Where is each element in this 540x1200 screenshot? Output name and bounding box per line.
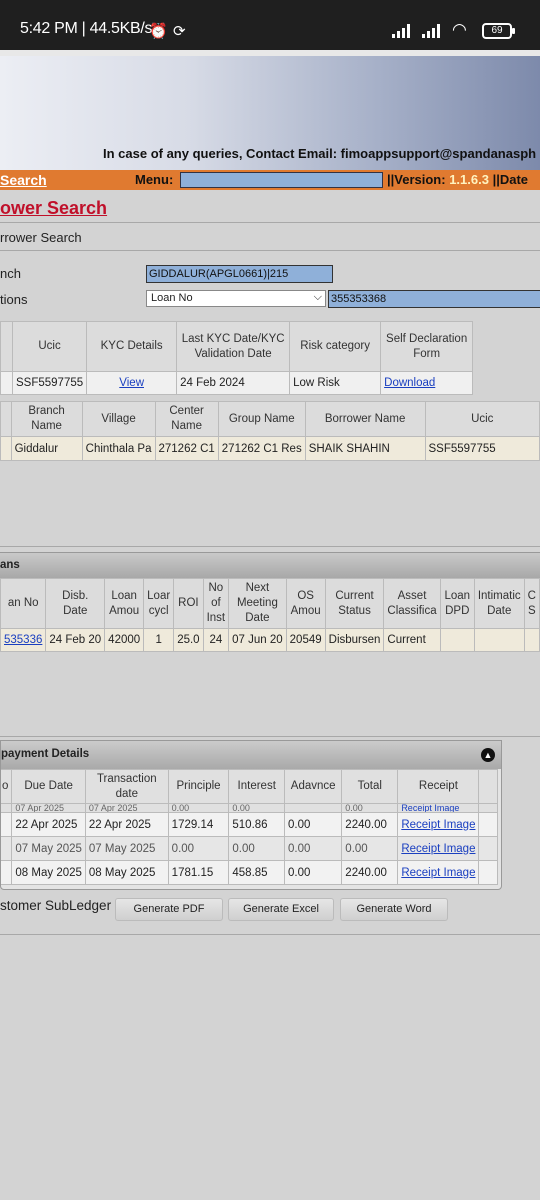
table-row: SSF5597755 View 24 Feb 2024 Low Risk Dow… — [0, 371, 474, 395]
generate-excel-button[interactable]: Generate Excel — [228, 898, 334, 921]
column-header: Loar cycl — [143, 578, 175, 629]
version-info: ||Version: 1.1.6.3 ||Date — [387, 172, 529, 187]
repayment-table: o Due Date Transaction date Principle In… — [1, 769, 498, 885]
table-row: 08 May 2025 08 May 2025 1781.15 458.85 0… — [1, 860, 498, 885]
column-header: Intimatic Date — [473, 578, 525, 629]
column-header: Current Status — [324, 578, 385, 629]
column-header: Total — [341, 769, 399, 804]
menu-label: Menu: — [135, 172, 174, 187]
version-number: 1.1.6.3 — [449, 172, 489, 187]
signal-icon — [392, 24, 410, 38]
asset-classification-cell: Current — [383, 628, 441, 652]
column-header: Center Name — [154, 401, 219, 437]
current-status-cell: Disbursen — [324, 628, 385, 652]
column-header: Borrower Name — [304, 401, 426, 437]
download-link[interactable]: Download — [384, 377, 435, 389]
column-header: Ucic — [424, 401, 540, 437]
table-row: 07 May 2025 07 May 2025 0.00 0.00 0.00 0… — [1, 836, 498, 861]
column-header: Interest — [228, 769, 286, 804]
column-header: Receipt — [397, 769, 480, 804]
generate-word-button[interactable]: Generate Word — [340, 898, 448, 921]
column-header: Ucic — [11, 321, 88, 372]
subledger-label: stomer SubLedger — [0, 898, 112, 913]
generate-pdf-button[interactable]: Generate PDF — [115, 898, 223, 921]
menu-bar: Search Menu: ||Version: 1.1.6.3 ||Date — [0, 170, 540, 190]
menu-dropdown[interactable] — [180, 172, 383, 188]
status-time: 5:42 PM | 44.5KB/s — [20, 20, 153, 37]
column-header: Self Declaration Form — [380, 321, 474, 372]
column-header: an No — [0, 578, 47, 629]
options-label: tions — [0, 292, 28, 307]
loans-table: an No Disb. Date Loan Amou Loar cycl ROI… — [0, 578, 540, 652]
page: In case of any queries, Contact Email: f… — [0, 50, 540, 1200]
column-header: Loan DPD — [439, 578, 475, 629]
table-row: Giddalur Chinthala Pa 271262 C1 271262 C… — [0, 436, 540, 461]
column-header: Last KYC Date/KYC Validation Date — [176, 321, 291, 372]
receipt-image-link[interactable]: Receipt Image — [401, 843, 475, 855]
view-kyc-link[interactable]: View — [119, 377, 144, 389]
chevron-down-icon: ⌵ — [313, 291, 322, 303]
column-header: C S — [523, 578, 540, 629]
customer-table: Branch Name Village Center Name Group Na… — [0, 401, 540, 461]
column-header: Due Date — [11, 769, 86, 804]
table-row: 22 Apr 2025 22 Apr 2025 1729.14 510.86 0… — [1, 812, 498, 837]
page-title: ower Search — [0, 198, 108, 218]
column-header: KYC Details — [86, 321, 178, 372]
search-input[interactable]: 355353368 — [328, 290, 540, 308]
column-header: OS Amou — [285, 578, 326, 629]
table-row: 535336 24 Feb 20 42000 1 25.0 24 07 Jun … — [0, 628, 540, 652]
sync-icon: ⟳ — [173, 23, 186, 40]
kyc-date-cell: 24 Feb 2024 — [176, 371, 291, 395]
column-header: Loan Amou — [104, 578, 145, 629]
borrower-name-cell: SHAIK SHAHIN — [304, 436, 426, 461]
table-row: 07 Apr 2025 07 Apr 2025 0.00 0.00 0.00 R… — [1, 803, 498, 813]
receipt-image-link[interactable]: Receipt Image — [401, 805, 459, 812]
center-cell: 271262 C1 — [154, 436, 219, 461]
wifi-icon: ◠ — [452, 20, 467, 39]
loans-section-header: ans — [0, 552, 540, 578]
column-header: ROI — [173, 578, 204, 629]
column-header: No of Inst — [202, 578, 230, 629]
column-header: Principle — [167, 769, 230, 804]
ucic-cell: SSF5597755 — [424, 436, 540, 461]
column-header: Adavnce — [284, 769, 343, 804]
branch-cell: Giddalur — [10, 436, 83, 461]
receipt-image-link[interactable]: Receipt Image — [401, 867, 475, 879]
column-header: Disb. Date — [45, 578, 106, 629]
battery-icon: 69 — [482, 23, 515, 39]
receipt-image-link[interactable]: Receipt Image — [401, 819, 475, 831]
signal-icon — [422, 24, 440, 38]
branch-field[interactable]: GIDDALUR(APGL0661)|215 — [146, 265, 333, 283]
column-header: Branch Name — [10, 401, 83, 437]
group-cell: 271262 C1 Res — [217, 436, 306, 461]
section-subtitle: rrower Search — [0, 230, 82, 245]
branch-label: nch — [0, 266, 21, 281]
village-cell: Chinthala Pa — [81, 436, 156, 461]
ucic-cell: SSF5597755 — [11, 371, 88, 395]
repayment-header: payment Details ▲ — [1, 741, 501, 769]
column-header: Transaction date — [84, 769, 169, 804]
support-contact: In case of any queries, Contact Email: f… — [103, 146, 537, 161]
alarm-icon: ⏰ — [149, 23, 168, 40]
search-link[interactable]: Search — [0, 172, 47, 188]
repayment-panel: payment Details ▲ o Due Date Transaction… — [0, 740, 502, 890]
column-header: Asset Classifica — [383, 578, 441, 629]
column-header: Village — [81, 401, 156, 437]
search-type-select[interactable]: Loan No ⌵ — [146, 290, 326, 307]
collapse-icon[interactable]: ▲ — [481, 748, 495, 762]
status-bar: 5:42 PM | 44.5KB/s ⏰ ⟳ ◠ 69 — [0, 0, 540, 50]
column-header: Risk category — [289, 321, 382, 372]
risk-category-cell: Low Risk — [289, 371, 382, 395]
column-header: Group Name — [217, 401, 306, 437]
repayment-title: payment Details — [1, 748, 90, 760]
column-header: Next Meeting Date — [228, 578, 287, 629]
loan-number-link[interactable]: 535336 — [4, 634, 42, 646]
kyc-table: Ucic KYC Details Last KYC Date/KYC Valid… — [0, 321, 474, 395]
